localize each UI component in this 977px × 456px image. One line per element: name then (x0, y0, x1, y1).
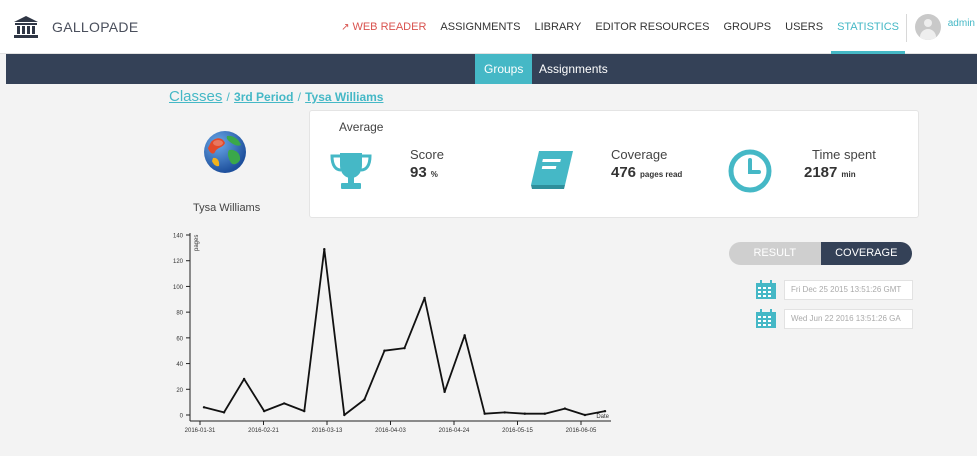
brand-name: GALLOPADE (52, 19, 139, 35)
x-axis-label: Date (596, 414, 609, 420)
globe-icon (204, 131, 246, 173)
result-coverage-toggle: RESULT COVERAGE (729, 242, 912, 265)
nav-users[interactable]: USERS (785, 0, 823, 54)
data-point (222, 411, 226, 414)
data-point (523, 412, 526, 415)
nav-library[interactable]: LIBRARY (535, 0, 582, 54)
coverage-number: 476 (611, 164, 637, 181)
data-point (503, 411, 506, 414)
nav-groups[interactable]: GROUPS (723, 0, 771, 54)
coverage-toggle-button[interactable]: COVERAGE (820, 242, 912, 265)
y-tick-label: 40 (176, 362, 183, 368)
user-avatar[interactable] (915, 14, 941, 40)
breadcrumb-separator: / (297, 90, 301, 104)
external-link-icon: ↗ (341, 22, 350, 33)
breadcrumb-separator: / (226, 90, 230, 104)
data-point (242, 377, 246, 381)
data-point (423, 296, 426, 300)
y-tick-label: 20 (176, 388, 183, 394)
breadcrumb: Classes / 3rd Period / Tysa Williams (169, 88, 383, 105)
x-tick-label: 2016-04-03 (375, 428, 406, 434)
score-value: 93% (410, 164, 438, 181)
data-point (463, 334, 466, 337)
data-point (343, 413, 346, 417)
average-card: Average Score 93% Coverage 476 pages read… (309, 110, 919, 218)
date-to-input[interactable]: Wed Jun 22 2016 13:51:26 GA (784, 309, 913, 329)
time-number: 2187 (804, 164, 838, 181)
coverage-chart: 0 20 40 60 80 100 120 140 pages 2016-01-31 2016-02… (173, 233, 611, 434)
x-tick-label: 2016-05-15 (502, 428, 533, 434)
score-label: Score (410, 147, 444, 162)
nav-statistics[interactable]: STATISTICS (831, 0, 905, 54)
series-line (203, 248, 606, 416)
x-tick-label: 2016-01-31 (185, 428, 216, 434)
data-point (283, 402, 286, 405)
data-point (202, 406, 206, 409)
top-navbar: GALLOPADE ↗ WEB READER ASSIGNMENTS LIBRAR… (0, 0, 977, 54)
score-unit: % (430, 170, 438, 179)
time-unit: min (841, 170, 856, 179)
subtab-groups[interactable]: Groups (475, 54, 533, 84)
y-tick-label: 0 (180, 414, 184, 420)
data-point (363, 398, 366, 401)
date-to-row: Wed Jun 22 2016 13:51:26 GA (755, 309, 913, 329)
breadcrumb-student[interactable]: Tysa Williams (305, 90, 383, 104)
y-tick-label: 140 (173, 234, 184, 240)
calendar-icon[interactable] (755, 280, 777, 300)
x-tick-label: 2016-03-13 (312, 428, 343, 434)
data-point (563, 407, 567, 410)
x-tick-label: 2016-02-21 (248, 428, 279, 434)
average-title: Average (339, 120, 384, 134)
calendar-icon[interactable] (755, 309, 777, 329)
x-tick-label: 2016-04-24 (439, 428, 470, 434)
nav-assignments[interactable]: ASSIGNMENTS (440, 0, 520, 54)
breadcrumb-period[interactable]: 3rd Period (234, 90, 293, 104)
data-point (383, 349, 386, 352)
data-point (583, 413, 587, 417)
data-point (543, 412, 547, 415)
nav-web-reader-label: WEB READER (352, 21, 427, 33)
student-name: Tysa Williams (193, 202, 261, 214)
data-point (403, 346, 406, 350)
x-tick-label: 2016-06-05 (566, 428, 597, 434)
y-tick-label: 100 (173, 285, 184, 291)
sub-navbar: Groups Assignments (6, 54, 977, 84)
nav-web-reader[interactable]: ↗ WEB READER (341, 0, 426, 54)
y-tick-label: 120 (173, 259, 184, 265)
coverage-unit: pages read (640, 170, 683, 179)
user-name[interactable]: admin (948, 18, 975, 29)
coverage-value: 476 pages read (611, 164, 682, 181)
book-icon (531, 151, 573, 189)
y-axis-label: pages (194, 235, 200, 251)
clock-icon (728, 149, 772, 193)
y-tick-label: 80 (176, 311, 183, 317)
data-point (603, 409, 607, 413)
nav-editor-resources[interactable]: EDITOR RESOURCES (595, 0, 709, 54)
brand-logo[interactable]: GALLOPADE (14, 16, 138, 38)
result-toggle-button[interactable]: RESULT (729, 242, 821, 265)
subtab-assignments[interactable]: Assignments (530, 54, 617, 84)
y-tick-label: 60 (176, 336, 183, 342)
trophy-icon (330, 153, 372, 189)
coverage-label: Coverage (611, 147, 668, 162)
data-point (483, 412, 486, 415)
data-point (323, 247, 326, 251)
data-point (443, 390, 446, 394)
main-nav: ↗ WEB READER ASSIGNMENTS LIBRARY EDITOR R… (327, 0, 905, 54)
time-label: Time spent (812, 147, 876, 162)
data-point (262, 409, 266, 413)
score-number: 93 (410, 164, 427, 181)
institution-icon (14, 16, 38, 38)
date-from-row: Fri Dec 25 2015 13:51:26 GMT (755, 280, 913, 300)
breadcrumb-classes[interactable]: Classes (169, 88, 222, 105)
time-value: 2187 min (804, 164, 856, 181)
date-from-input[interactable]: Fri Dec 25 2015 13:51:26 GMT (784, 280, 913, 300)
data-point (303, 409, 306, 413)
nav-divider (906, 14, 907, 42)
